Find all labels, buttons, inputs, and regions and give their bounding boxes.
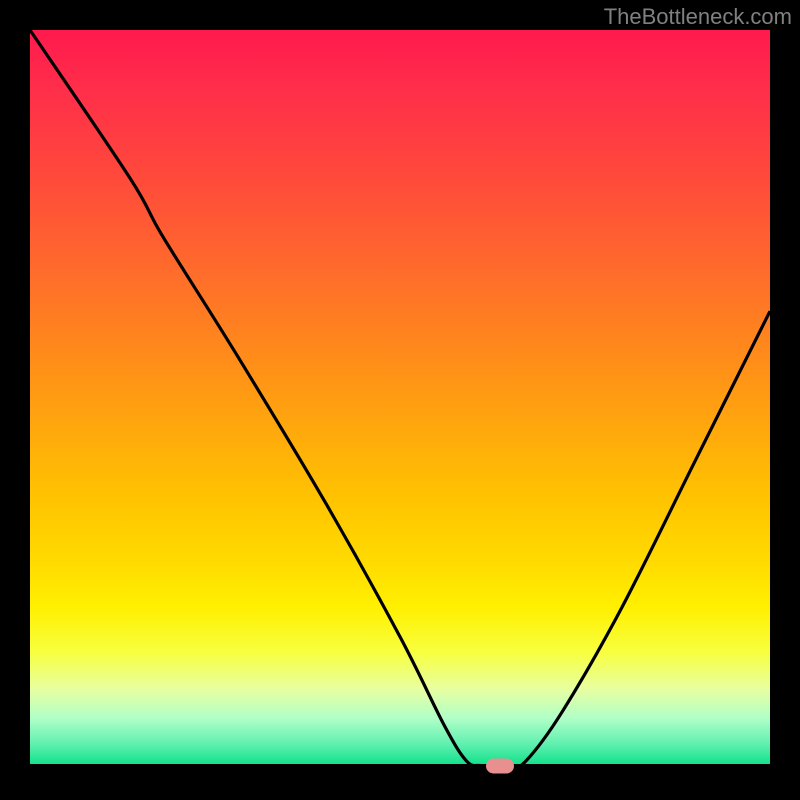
watermark-text: TheBottleneck.com (604, 4, 792, 30)
optimal-marker (486, 758, 514, 773)
curve-svg (30, 30, 770, 770)
chart-container: TheBottleneck.com (0, 0, 800, 800)
bottleneck-curve (30, 30, 770, 766)
